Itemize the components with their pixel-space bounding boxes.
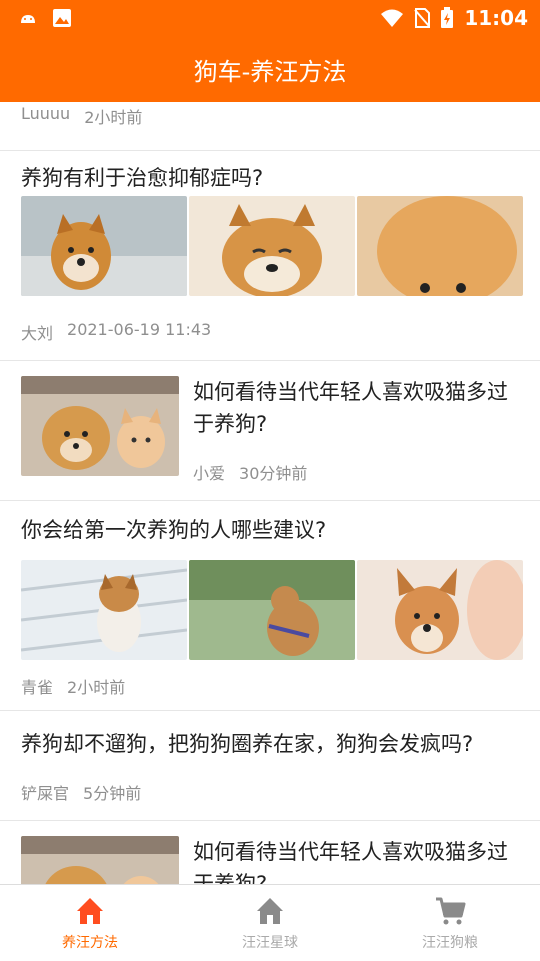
list-item[interactable]: 养狗有利于治愈抑郁症吗? 大刘 2021-06-19 11:43 <box>0 152 540 362</box>
article-time: 2小时前 <box>67 678 126 697</box>
divider <box>0 360 540 361</box>
divider <box>0 150 540 151</box>
tab-label: 汪汪狗粮 <box>422 935 478 951</box>
article-author: 大刘 <box>21 324 54 343</box>
no-sim-icon <box>414 8 431 28</box>
status-time: 11:04 <box>464 6 528 30</box>
dog-photo <box>21 560 187 660</box>
article-title: 如何看待当代年轻人喜欢吸猫多过于养狗? <box>193 380 508 436</box>
article-title: 养狗却不遛狗，把狗狗圈养在家，狗狗会发疯吗? <box>21 732 474 756</box>
dog-photo <box>189 196 355 296</box>
article-time: 2021-06-19 11:43 <box>67 320 212 339</box>
article-time: 5分钟前 <box>83 784 142 803</box>
article-author: Luuuu <box>21 104 71 123</box>
dog-photo <box>189 560 355 660</box>
article-time: 2小时前 <box>84 108 143 127</box>
list-item[interactable]: 养狗却不遛狗，把狗狗圈养在家，狗狗会发疯吗? 铲屎官 5分钟前 <box>0 712 540 822</box>
article-time: 30分钟前 <box>239 464 308 483</box>
list-item[interactable]: Luuuu 2小时前 <box>0 102 540 152</box>
dog-photo <box>21 196 187 296</box>
tab-food[interactable]: 汪汪狗粮 <box>360 885 540 961</box>
article-author: 青雀 <box>21 678 54 697</box>
list-item[interactable]: 你会给第一次养狗的人哪些建议? 青雀 2小时前 <box>0 502 540 712</box>
battery-charging-icon <box>441 7 454 28</box>
list-item[interactable]: 如何看待当代年轻人喜欢吸猫多过于养狗? <box>0 822 540 884</box>
article-title: 你会给第一次养狗的人哪些建议? <box>21 518 327 542</box>
article-title: 养狗有利于治愈抑郁症吗? <box>21 166 264 190</box>
article-author: 小爱 <box>193 464 226 483</box>
article-list[interactable]: Luuuu 2小时前 养狗有利于治愈抑郁症吗? 大刘 2021-06-19 11… <box>0 102 540 884</box>
image-icon <box>53 9 71 27</box>
bottom-tab-bar: 养汪方法 汪汪星球 汪汪狗粮 <box>0 884 540 961</box>
list-item[interactable]: 如何看待当代年轻人喜欢吸猫多过于养狗? 小爱 30分钟前 <box>0 362 540 502</box>
tab-planet[interactable]: 汪汪星球 <box>180 885 360 961</box>
divider <box>0 820 540 821</box>
wifi-icon <box>381 9 404 27</box>
home-icon <box>257 898 283 924</box>
dog-photo <box>357 196 523 296</box>
page-title: 狗车-养汪方法 <box>193 57 347 86</box>
divider <box>0 500 540 501</box>
cart-icon <box>436 897 466 925</box>
dog-photo <box>357 560 523 660</box>
puppy-kitten-photo <box>21 836 179 884</box>
tab-methods[interactable]: 养汪方法 <box>0 885 180 961</box>
tab-label: 汪汪星球 <box>242 935 298 951</box>
article-author: 铲屎官 <box>21 784 70 803</box>
home-icon <box>77 898 103 924</box>
status-bar: 11:04 <box>0 0 540 36</box>
android-icon <box>21 15 35 23</box>
article-title: 如何看待当代年轻人喜欢吸猫多过于养狗? <box>193 840 508 884</box>
tab-label: 养汪方法 <box>62 935 118 951</box>
divider <box>0 710 540 711</box>
puppy-kitten-photo <box>21 376 179 476</box>
app-bar: 狗车-养汪方法 <box>0 36 540 102</box>
